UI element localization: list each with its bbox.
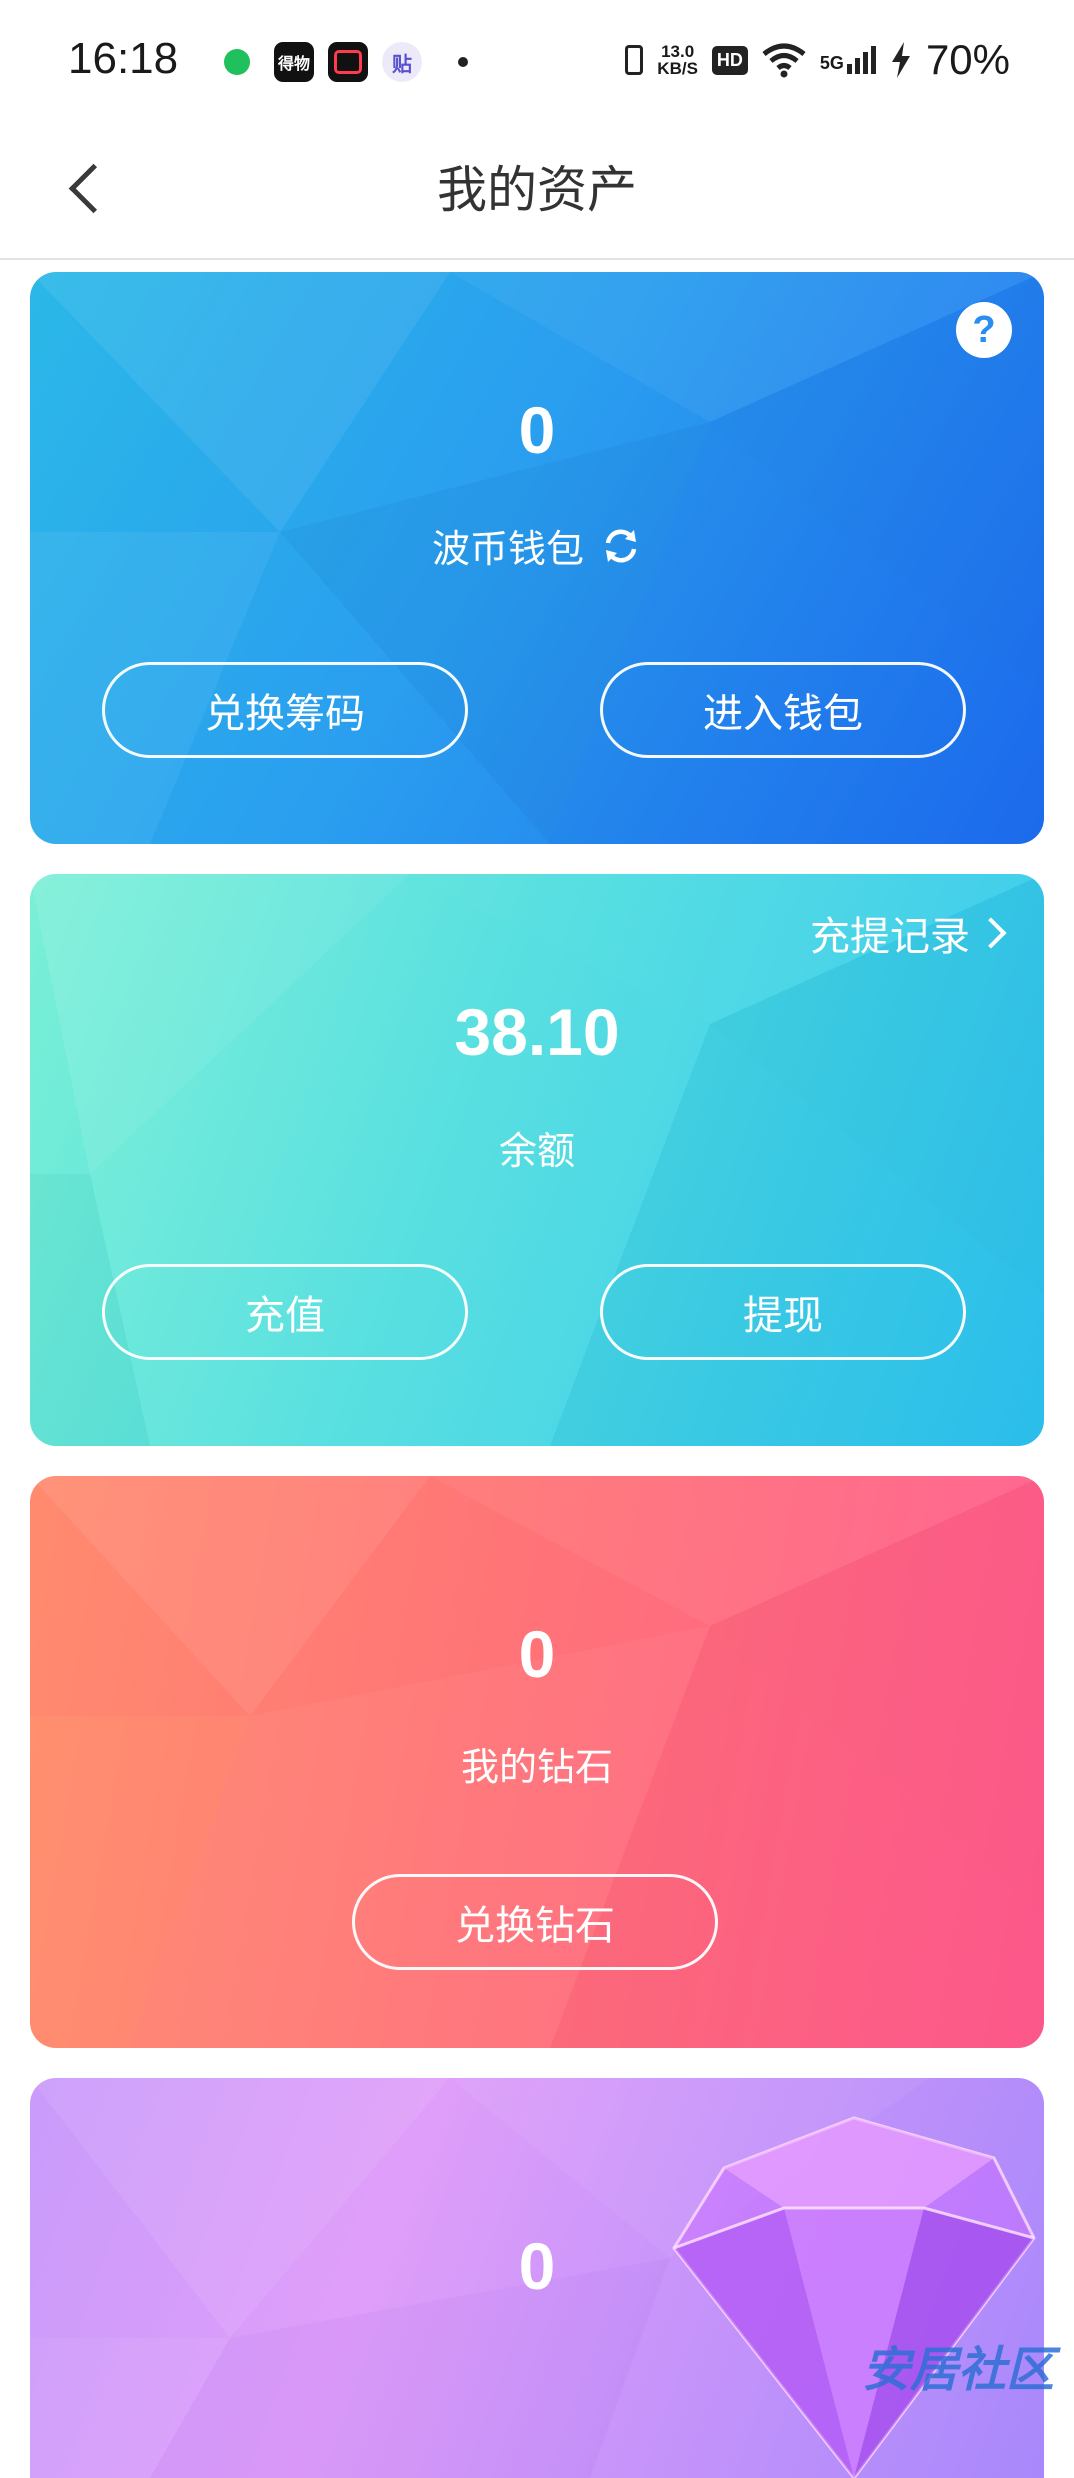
cellular-signal-icon: 5G bbox=[820, 46, 876, 74]
help-icon[interactable]: ? bbox=[956, 302, 1012, 358]
gem-amount: 0 bbox=[518, 2229, 556, 2303]
status-time: 16:18 bbox=[68, 34, 179, 83]
wallet-card: ? 0 波币钱包 兑换筹码 进入钱包 bbox=[30, 272, 1044, 844]
video-app-icon bbox=[328, 42, 368, 82]
recharge-withdraw-records-link[interactable]: 充提记录 bbox=[810, 904, 1010, 962]
tieba-app-icon: 贴 bbox=[382, 42, 422, 82]
chat-app-icon bbox=[224, 49, 250, 75]
diamond-amount: 0 bbox=[518, 1617, 556, 1691]
battery-level: 70% bbox=[925, 36, 1010, 83]
notification-icons: 得物 贴 bbox=[214, 42, 468, 82]
status-bar: 16:18 得物 贴 13.0 KB/S HD 5G 70% bbox=[0, 0, 1074, 120]
records-link-label: 充提记录 bbox=[810, 914, 970, 960]
network-speed-value: 13.0 bbox=[661, 42, 695, 61]
wallet-label: 波币钱包 bbox=[431, 527, 584, 571]
withdraw-button[interactable]: 提现 bbox=[600, 1264, 966, 1360]
more-notifications-dot bbox=[458, 57, 468, 67]
hd-icon: HD bbox=[711, 45, 748, 75]
refresh-icon[interactable] bbox=[600, 525, 642, 567]
vibrate-icon bbox=[625, 45, 644, 75]
system-icons: 13.0 KB/S HD 5G 70% bbox=[625, 36, 1010, 84]
network-type: 5G bbox=[819, 53, 844, 73]
network-speed-unit: KB/S bbox=[657, 59, 698, 78]
balance-amount: 38.10 bbox=[454, 995, 620, 1069]
chevron-right-icon bbox=[975, 917, 1007, 949]
charging-icon bbox=[891, 42, 910, 78]
page-title: 我的资产 bbox=[437, 161, 637, 219]
recharge-button[interactable]: 充值 bbox=[102, 1264, 468, 1360]
exchange-chips-button[interactable]: 兑换筹码 bbox=[102, 662, 468, 758]
balance-label: 余额 bbox=[498, 1129, 575, 1173]
diamond-card: 0 我的钻石 兑换钻石 bbox=[30, 1476, 1044, 2048]
watermark-logo: 安居社区 bbox=[861, 2342, 1054, 2398]
wifi-icon bbox=[762, 43, 806, 78]
network-speed: 13.0 KB/S bbox=[657, 43, 698, 77]
enter-wallet-button[interactable]: 进入钱包 bbox=[600, 662, 966, 758]
diamond-label: 我的钻石 bbox=[460, 1745, 613, 1789]
dewu-app-icon: 得物 bbox=[274, 42, 314, 82]
app-header: 我的资产 bbox=[0, 120, 1074, 260]
balance-card: 充提记录 38.10 余额 充值 提现 bbox=[30, 874, 1044, 1446]
wallet-label-row: 波币钱包 bbox=[30, 518, 1044, 573]
wallet-amount: 0 bbox=[518, 393, 556, 467]
gem-card: 0 bbox=[30, 2078, 1044, 2478]
exchange-diamonds-button[interactable]: 兑换钻石 bbox=[352, 1874, 718, 1970]
